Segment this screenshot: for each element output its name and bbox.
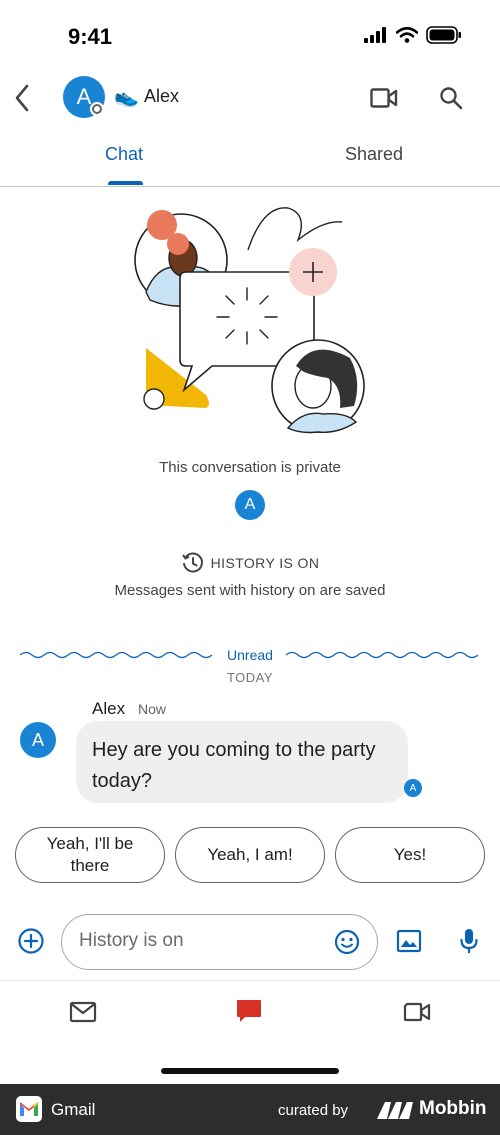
curated-by-label: curated by xyxy=(278,1102,349,1119)
tab-bar: Chat Shared xyxy=(0,130,500,187)
search-icon xyxy=(440,87,463,110)
plus-circle-icon xyxy=(18,928,44,954)
history-icon xyxy=(181,552,203,573)
read-receipt-avatar: A xyxy=(404,779,422,797)
gmail-logo-icon xyxy=(16,1096,42,1122)
message-input[interactable]: History is on xyxy=(61,914,378,970)
tab-chat[interactable]: Chat xyxy=(105,144,143,165)
app-name: Gmail xyxy=(51,1100,96,1119)
smart-reply-chip[interactable]: Yeah, I am! xyxy=(175,827,325,883)
chat-icon xyxy=(237,1000,261,1022)
bottom-navigation xyxy=(0,980,500,1084)
sender-name: Alex xyxy=(92,699,126,718)
smart-reply-chip[interactable]: Yes! xyxy=(335,827,485,883)
date-label: TODAY xyxy=(226,670,274,685)
smiley-icon xyxy=(334,929,360,955)
video-camera-icon xyxy=(403,1002,431,1022)
private-notice: This conversation is private xyxy=(159,459,341,476)
status-emoji: 👟 xyxy=(114,86,139,108)
contact-name[interactable]: Alex xyxy=(144,86,179,107)
active-tab-indicator xyxy=(108,181,143,185)
video-camera-icon xyxy=(370,88,398,108)
status-bar: 9:41 xyxy=(0,0,500,70)
sender-avatar[interactable]: A xyxy=(20,722,56,758)
voice-input-button[interactable] xyxy=(456,926,482,956)
message-input-placeholder: History is on xyxy=(79,930,184,951)
unread-label: Unread xyxy=(227,647,273,663)
smart-reply-chip[interactable]: Yeah, I'll be there xyxy=(15,827,165,883)
attribution-banner: Gmail curated by Mobbin xyxy=(0,1084,500,1135)
status-icons xyxy=(364,26,462,44)
message-bubble[interactable]: Hey are you coming to the party today? xyxy=(76,721,408,803)
history-label: HISTORY IS ON xyxy=(210,555,320,571)
add-attachment-button[interactable] xyxy=(16,926,46,956)
private-conversation-illustration xyxy=(134,207,365,434)
mail-icon xyxy=(69,1001,97,1023)
member-avatar: A xyxy=(235,490,265,520)
insert-image-button[interactable] xyxy=(394,926,424,956)
status-time: 9:41 xyxy=(68,24,113,49)
history-status: HISTORY IS ON xyxy=(0,551,500,575)
search-button[interactable] xyxy=(434,82,468,114)
history-description: Messages sent with history on are saved xyxy=(114,582,386,599)
wifi-icon xyxy=(396,27,418,43)
home-indicator[interactable] xyxy=(161,1068,339,1074)
nav-meet-tab[interactable] xyxy=(401,997,433,1027)
image-icon xyxy=(396,929,422,953)
emoji-button[interactable] xyxy=(333,928,361,956)
video-call-button[interactable] xyxy=(366,82,402,114)
message-time: Now xyxy=(138,701,167,717)
nav-chat-tab[interactable] xyxy=(233,995,265,1027)
battery-icon xyxy=(426,26,461,44)
brand-name: Mobbin xyxy=(419,1098,487,1119)
nav-mail-tab[interactable] xyxy=(68,997,98,1027)
chevron-left-icon xyxy=(15,84,29,112)
app-header: A 👟 Alex xyxy=(0,70,500,126)
mobbin-logo-icon xyxy=(377,1102,413,1119)
microphone-icon xyxy=(460,929,478,953)
signal-icon xyxy=(364,27,386,43)
presence-indicator xyxy=(90,102,104,116)
tab-shared[interactable]: Shared xyxy=(345,144,403,165)
back-button[interactable] xyxy=(6,78,38,118)
